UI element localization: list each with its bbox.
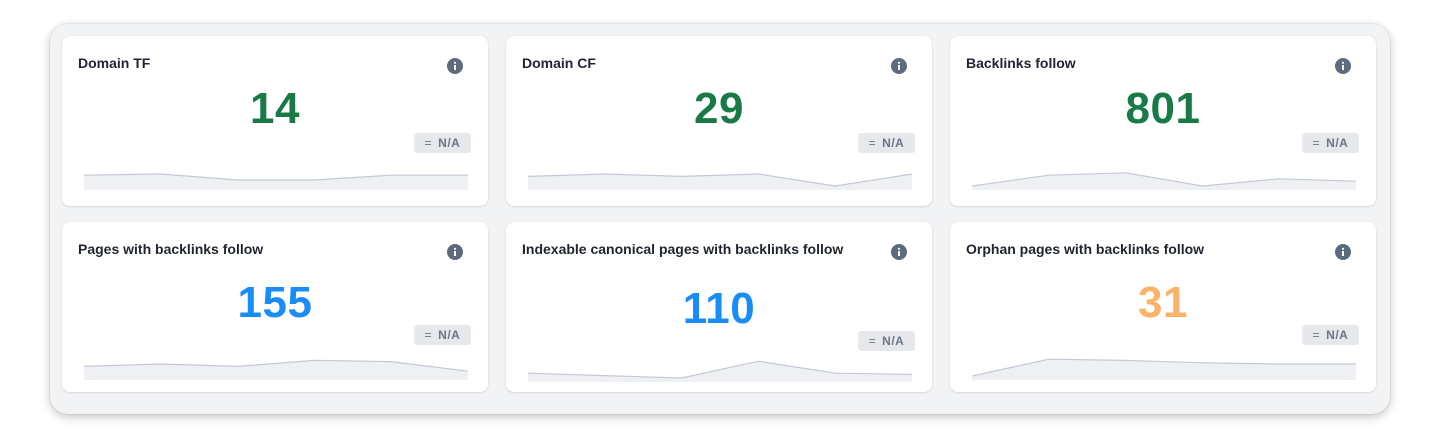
metric-value: 155: [237, 278, 313, 327]
info-icon[interactable]: [1335, 244, 1351, 260]
metric-card-domain-tf: Domain TF 14 = N/A: [62, 36, 488, 206]
metrics-panel: Domain TF 14 = N/A Domain CF 29 = N/A Back…: [50, 24, 1390, 414]
metric-card-backlinks-follow: Backlinks follow 801 = N/A: [950, 36, 1376, 206]
delta-badge: = N/A: [858, 331, 915, 351]
metric-card-domain-cf: Domain CF 29 = N/A: [506, 36, 932, 206]
info-icon[interactable]: [1335, 58, 1351, 74]
sparkline-area: [972, 359, 1356, 380]
card-title: Domain TF: [78, 55, 151, 71]
equal-icon: =: [424, 136, 433, 150]
metric-value: 110: [682, 284, 756, 333]
sparkline-chart: [84, 173, 468, 190]
delta-badge: = N/A: [1302, 133, 1359, 153]
delta-badge: = N/A: [414, 325, 471, 345]
sparkline-chart: [528, 173, 912, 190]
info-icon[interactable]: [891, 58, 907, 74]
info-icon[interactable]: [891, 244, 907, 260]
metric-card-indexable-canonical-pages: Indexable canonical pages with backlinks…: [506, 222, 932, 392]
equal-icon: =: [1312, 328, 1321, 342]
delta-badge: = N/A: [414, 133, 471, 153]
sparkline-area: [972, 172, 1356, 190]
delta-value: N/A: [882, 334, 905, 348]
sparkline-chart: [972, 358, 1356, 380]
equal-icon: =: [1312, 136, 1321, 150]
card-title: Orphan pages with backlinks follow: [966, 241, 1205, 257]
sparkline-area: [84, 174, 468, 190]
info-icon[interactable]: [447, 244, 463, 260]
metric-value: 31: [1138, 278, 1188, 327]
metric-value: 801: [1125, 84, 1201, 133]
metric-value: 29: [694, 84, 744, 133]
equal-icon: =: [868, 334, 877, 348]
metric-value: 14: [250, 84, 300, 133]
card-title: Indexable canonical pages with backlinks…: [522, 241, 844, 257]
metric-card-pages-with-backlinks-follow: Pages with backlinks follow 155 = N/A: [62, 222, 488, 392]
delta-value: N/A: [1326, 328, 1349, 342]
sparkline-area: [528, 361, 912, 382]
delta-badge: = N/A: [1302, 325, 1359, 345]
metric-card-orphan-pages: Orphan pages with backlinks follow 31 = N…: [950, 222, 1376, 392]
card-title: Backlinks follow: [966, 55, 1076, 71]
delta-value: N/A: [1326, 136, 1349, 150]
sparkline-chart: [972, 172, 1356, 190]
delta-value: N/A: [438, 136, 461, 150]
delta-value: N/A: [438, 328, 461, 342]
card-title: Domain CF: [522, 55, 596, 71]
equal-icon: =: [424, 328, 433, 342]
info-icon[interactable]: [447, 58, 463, 74]
sparkline-chart: [84, 359, 468, 380]
delta-value: N/A: [882, 136, 905, 150]
sparkline-chart: [528, 360, 912, 382]
sparkline-area: [528, 174, 912, 190]
delta-badge: = N/A: [858, 133, 915, 153]
card-title: Pages with backlinks follow: [78, 241, 264, 257]
equal-icon: =: [868, 136, 877, 150]
